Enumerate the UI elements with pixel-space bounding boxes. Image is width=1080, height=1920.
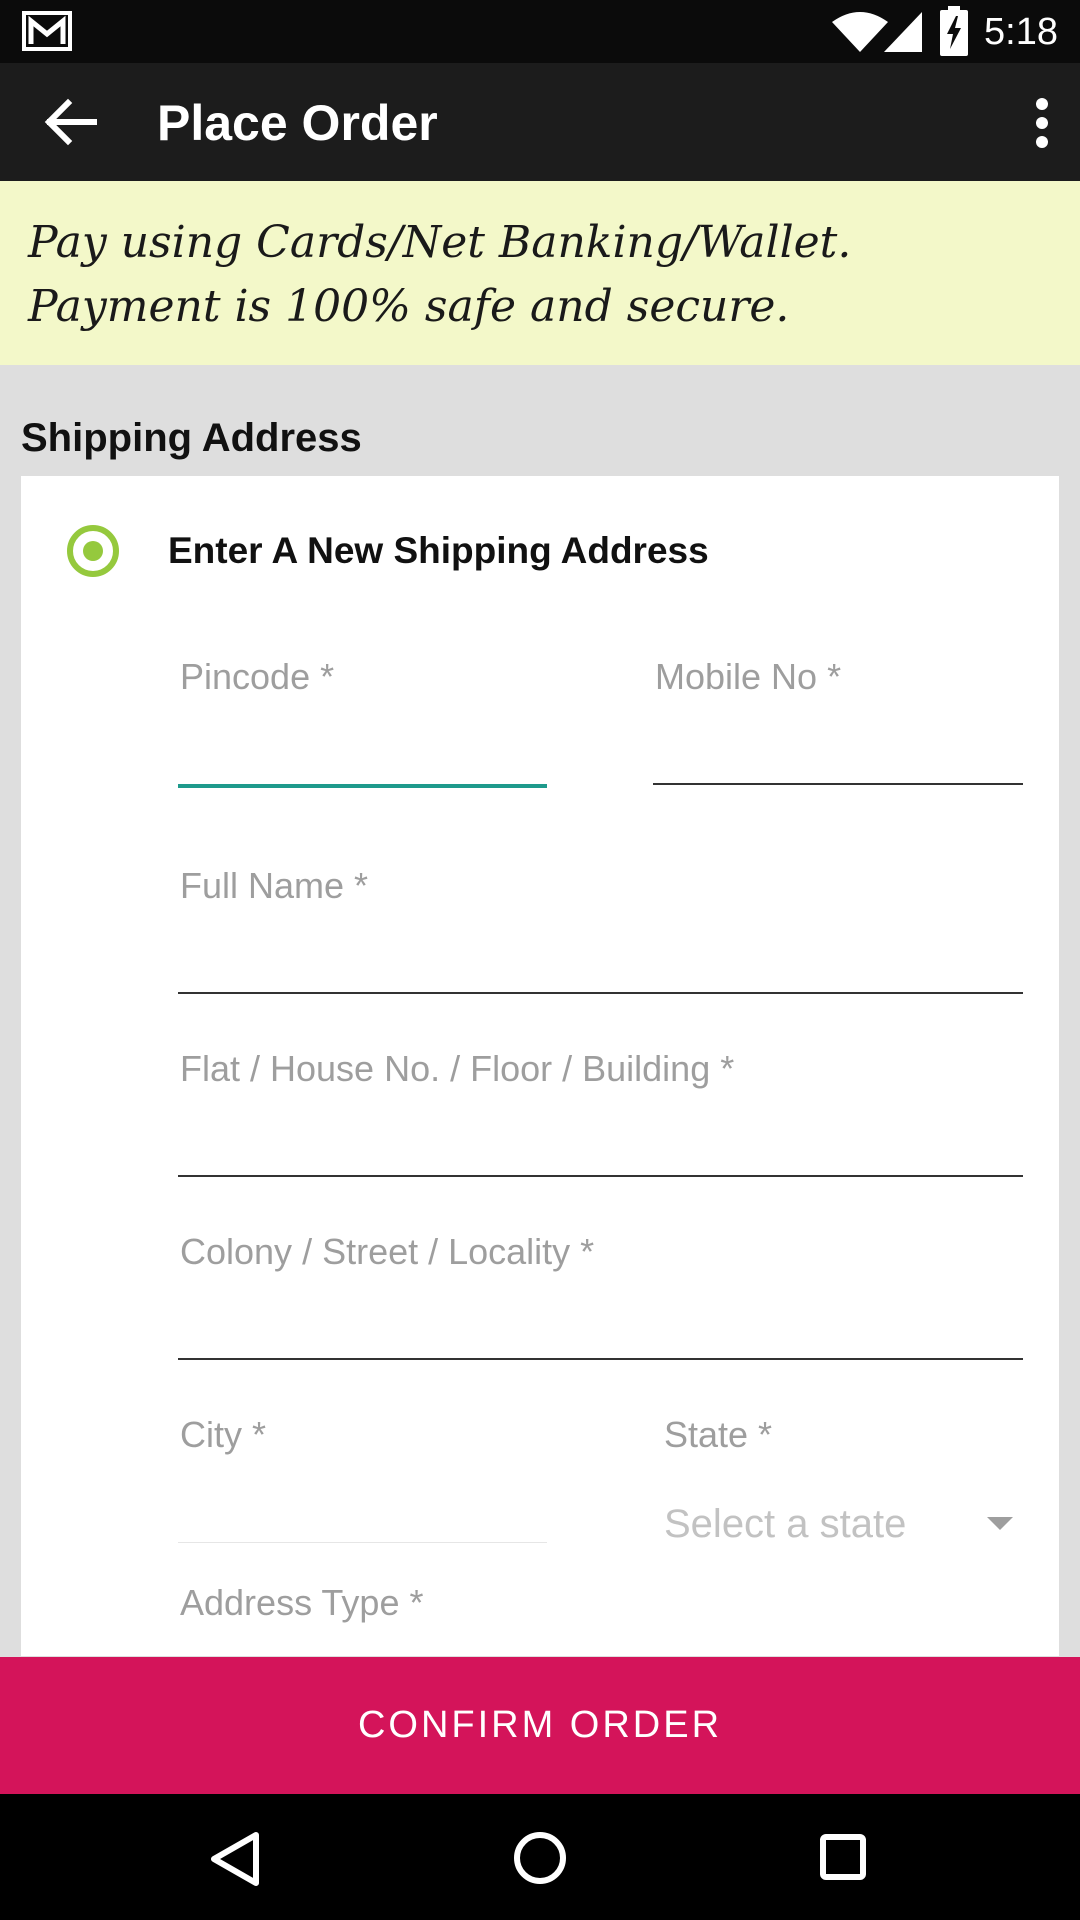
confirm-order-button[interactable]: CONFIRM ORDER [0, 1657, 1080, 1794]
mobile-input[interactable] [653, 783, 1023, 785]
city-label: City * [180, 1414, 267, 1455]
new-address-radio-label[interactable]: Enter A New Shipping Address [168, 530, 709, 572]
address-type-label: Address Type * [180, 1582, 424, 1623]
overflow-menu-button[interactable] [1000, 83, 1080, 163]
full-name-input[interactable] [178, 992, 1023, 994]
colony-label: Colony / Street / Locality * [180, 1231, 595, 1272]
nav-recents-icon[interactable] [818, 1832, 868, 1882]
section-title-shipping: Shipping Address [21, 416, 362, 460]
dropdown-arrow-icon[interactable] [987, 1517, 1013, 1530]
nav-back-icon[interactable] [208, 1830, 262, 1888]
signal-icon [884, 12, 922, 52]
new-address-radio[interactable] [67, 525, 119, 577]
back-button[interactable] [36, 89, 110, 155]
flat-input[interactable] [178, 1175, 1023, 1177]
state-select[interactable]: Select a state [664, 1500, 906, 1548]
status-time: 5:18 [984, 11, 1058, 53]
battery-charging-icon [940, 6, 968, 56]
colony-input[interactable] [178, 1358, 1023, 1360]
arrow-back-icon [44, 98, 97, 146]
wifi-icon [832, 12, 888, 52]
more-vert-icon [1036, 98, 1048, 148]
radio-selected-dot [83, 541, 103, 561]
pincode-label: Pincode * [180, 656, 335, 697]
pincode-input[interactable] [178, 784, 547, 788]
payment-banner-text: Pay using Cards/Net Banking/Wallet. Paym… [28, 217, 852, 332]
mobile-label: Mobile No * [655, 656, 842, 697]
system-nav-bar [0, 1794, 1080, 1920]
flat-label: Flat / House No. / Floor / Building * [180, 1048, 735, 1089]
gmail-icon [22, 11, 72, 51]
nav-home-icon[interactable] [512, 1830, 568, 1886]
page-title: Place Order [157, 95, 438, 151]
app-bar: Place Order [0, 63, 1080, 181]
state-label: State * [664, 1414, 773, 1455]
status-bar: 5:18 [0, 0, 1080, 63]
city-input[interactable] [178, 1542, 547, 1543]
full-name-label: Full Name * [180, 865, 369, 906]
payment-banner: Pay using Cards/Net Banking/Wallet. Paym… [0, 181, 1080, 365]
